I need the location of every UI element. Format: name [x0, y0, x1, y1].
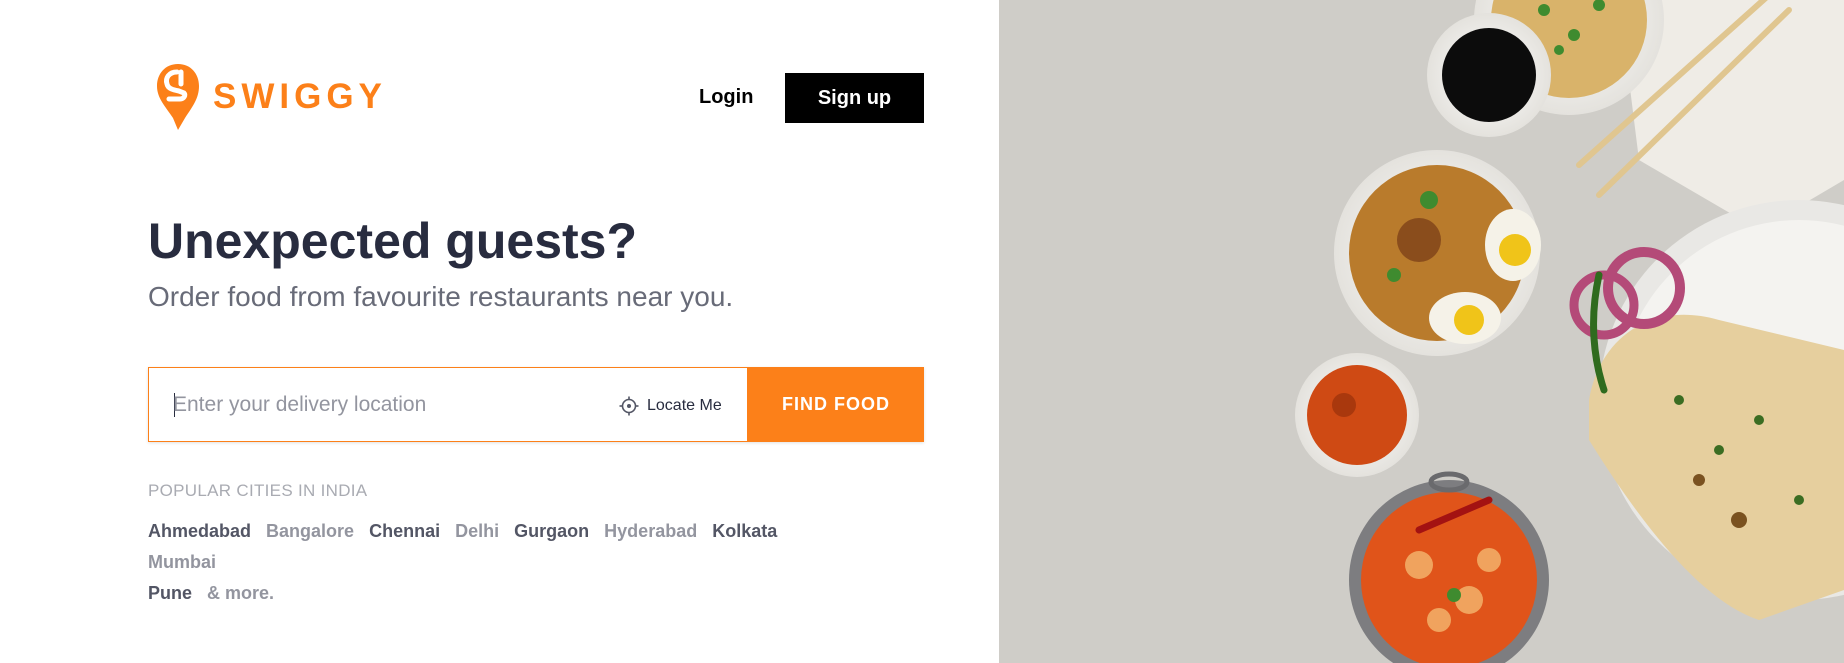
popular-cities-heading: POPULAR CITIES IN INDIA: [148, 481, 368, 500]
brand-name: SWIGGY: [213, 77, 387, 116]
locate-me-button[interactable]: Locate Me: [619, 368, 722, 443]
popular-cities-list: Ahmedabad Bangalore Chennai Delhi Gurgao…: [148, 516, 868, 609]
city-link-ahmedabad[interactable]: Ahmedabad: [148, 521, 251, 541]
locate-me-label: Locate Me: [647, 396, 722, 414]
more-cities-link[interactable]: & more.: [207, 583, 274, 603]
city-link-pune[interactable]: Pune: [148, 583, 192, 603]
city-link-bangalore[interactable]: Bangalore: [266, 521, 354, 541]
find-food-button[interactable]: FIND FOOD: [748, 367, 924, 442]
hero-food-image: [999, 0, 1844, 663]
location-search: Locate Me FIND FOOD: [148, 367, 924, 442]
city-link-gurgaon[interactable]: Gurgaon: [514, 521, 589, 541]
delivery-location-input[interactable]: [173, 368, 513, 441]
city-link-chennai[interactable]: Chennai: [369, 521, 440, 541]
swiggy-logo[interactable]: SWIGGY: [155, 62, 387, 132]
food-platter-image: [999, 0, 1844, 663]
city-link-delhi[interactable]: Delhi: [455, 521, 499, 541]
crosshair-icon: [619, 396, 639, 415]
swiggy-logo-icon: [157, 64, 199, 130]
page-title: Unexpected guests?: [148, 213, 638, 269]
city-link-kolkata[interactable]: Kolkata: [712, 521, 777, 541]
location-field[interactable]: Locate Me: [148, 367, 748, 442]
signup-button[interactable]: Sign up: [785, 73, 924, 123]
city-link-hyderabad[interactable]: Hyderabad: [604, 521, 697, 541]
page-subtitle: Order food from favourite restaurants ne…: [148, 281, 734, 312]
city-link-mumbai[interactable]: Mumbai: [148, 552, 216, 572]
login-button[interactable]: Login: [699, 86, 753, 109]
left-panel: SWIGGY Login Sign up Unexpected guests? …: [0, 0, 999, 663]
